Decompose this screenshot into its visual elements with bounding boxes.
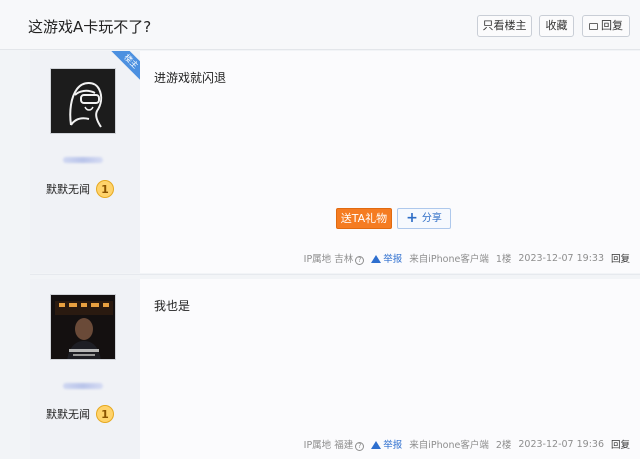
- post-floor-1: 默默无闻 1 楼主 进游戏就闪退 送TA礼物 + 分享 IP属地 吉林? 举报 来…: [30, 51, 640, 273]
- user-tag: 默默无闻: [46, 183, 90, 196]
- ip-label: IP属地 福建?: [304, 437, 365, 451]
- post-divider: [30, 274, 640, 275]
- avatar[interactable]: [50, 294, 116, 360]
- post-content: 进游戏就闪退: [154, 71, 227, 85]
- post-source: 来自iPhone客户端: [409, 254, 489, 265]
- report-link[interactable]: 举报: [371, 251, 402, 265]
- level-badge-icon: 1: [96, 405, 114, 423]
- report-link[interactable]: 举报: [371, 437, 402, 451]
- user-tag: 默默无闻: [46, 408, 90, 421]
- reply-button[interactable]: 回复: [582, 15, 630, 37]
- op-badge-label: 楼主: [110, 51, 140, 83]
- favorite-button[interactable]: 收藏: [539, 15, 574, 37]
- floor-number: 2楼: [495, 440, 512, 451]
- user-level: 默默无闻 1: [46, 180, 114, 198]
- warning-icon: [371, 441, 382, 449]
- level-badge-icon: 1: [96, 180, 114, 198]
- floor-number: 1楼: [495, 254, 512, 265]
- post-time: 2023-12-07 19:33: [518, 252, 604, 264]
- ip-label: IP属地 吉林?: [304, 251, 365, 265]
- post-reply-link[interactable]: 回复: [611, 251, 630, 265]
- share-label: 分享: [421, 213, 442, 224]
- share-button[interactable]: + 分享: [397, 208, 451, 229]
- reply-button-label: 回复: [601, 19, 623, 32]
- thread-title: 这游戏A卡玩不了?: [28, 18, 152, 36]
- only-op-button[interactable]: 只看楼主: [477, 15, 532, 37]
- post-time: 2023-12-07 19:36: [518, 438, 604, 450]
- post-source: 来自iPhone客户端: [409, 440, 489, 451]
- author-sidebar: 默默无闻 1: [30, 279, 140, 459]
- reply-icon: [589, 23, 598, 30]
- post-reply-link[interactable]: 回复: [611, 437, 630, 451]
- user-level: 默默无闻 1: [46, 405, 114, 423]
- plus-icon: +: [406, 210, 418, 226]
- avatar-illustration: [51, 295, 115, 359]
- warning-icon: [371, 255, 382, 263]
- thread-header: 这游戏A卡玩不了? 只看楼主 收藏 回复: [0, 0, 640, 50]
- help-icon[interactable]: ?: [355, 256, 365, 265]
- post-meta: IP属地 福建? 举报 来自iPhone客户端 2楼 2023-12-07 19…: [304, 437, 630, 451]
- post-meta: IP属地 吉林? 举报 来自iPhone客户端 1楼 2023-12-07 19…: [304, 251, 630, 265]
- username-blurred: [63, 157, 103, 163]
- post-content: 我也是: [154, 299, 191, 313]
- send-gift-button[interactable]: 送TA礼物: [336, 208, 392, 229]
- post-floor-2: 默默无闻 1 我也是 IP属地 福建? 举报 来自iPhone客户端 2楼 20…: [30, 279, 640, 459]
- username-blurred: [63, 383, 103, 389]
- op-badge: 楼主: [104, 51, 140, 87]
- help-icon[interactable]: ?: [355, 442, 365, 451]
